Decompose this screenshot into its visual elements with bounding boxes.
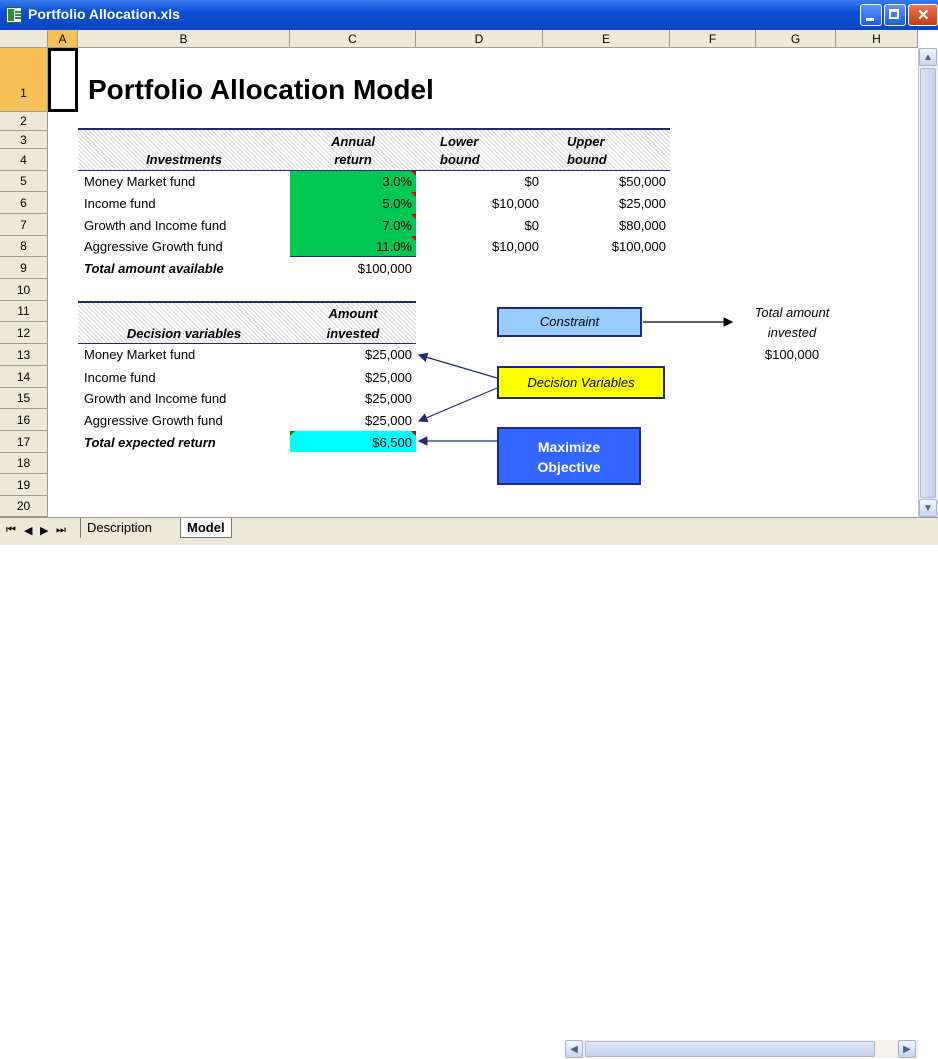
scroll-right-button[interactable]: ▶ [898,1040,916,1058]
decision-arrow-top [417,352,498,379]
vertical-scrollbar[interactable]: ▲ ▼ [918,48,938,517]
horizontal-scrollbar[interactable]: ◀ ▶ [565,1040,918,1058]
vertical-scroll-thumb[interactable] [920,68,936,498]
arrow-up-icon: ▲ [923,52,933,63]
sheet-tab-bar: ⏮ ◀ ▶ ⏭ Description Model ◀ ▶ [0,517,938,1058]
arrow-left-icon: ◀ [570,1044,578,1055]
next-sheet-icon[interactable]: ▶ [40,524,48,537]
first-sheet-icon[interactable]: ⏮ [6,524,16,537]
tab-model[interactable]: Model [180,518,232,538]
scroll-left-button[interactable]: ◀ [565,1040,583,1058]
horizontal-scroll-thumb[interactable] [585,1041,875,1057]
arrow-right-icon: ▶ [903,1044,911,1055]
scroll-up-button[interactable]: ▲ [919,48,937,66]
tab-description[interactable]: Description [80,518,159,538]
arrow-down-icon: ▼ [923,503,933,514]
prev-sheet-icon[interactable]: ◀ [24,524,32,537]
decision-arrow-bottom [417,387,498,423]
scroll-down-button[interactable]: ▼ [919,499,937,517]
callout-arrows [417,317,734,446]
last-sheet-icon[interactable]: ⏭ [56,524,66,537]
